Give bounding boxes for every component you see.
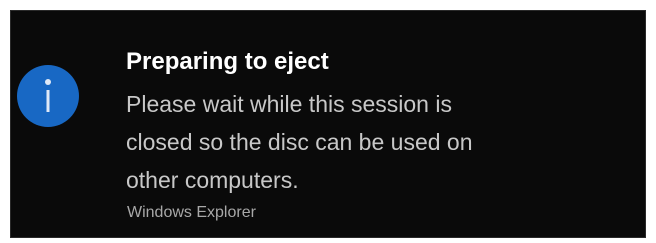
message-line: Please wait while this session is [126, 91, 452, 117]
notification-title: Preparing to eject [126, 48, 329, 75]
screenshot-frame: Preparing to eject Please wait while thi… [0, 0, 656, 243]
message-line: closed so the disc can be used on [126, 129, 473, 155]
notification-message: Please wait while this session is closed… [126, 85, 636, 199]
message-line: other computers. [126, 167, 299, 193]
info-icon [17, 65, 79, 127]
info-glyph [45, 79, 51, 112]
notification-source: Windows Explorer [127, 204, 256, 221]
eject-notification-toast[interactable]: Preparing to eject Please wait while thi… [10, 10, 646, 238]
